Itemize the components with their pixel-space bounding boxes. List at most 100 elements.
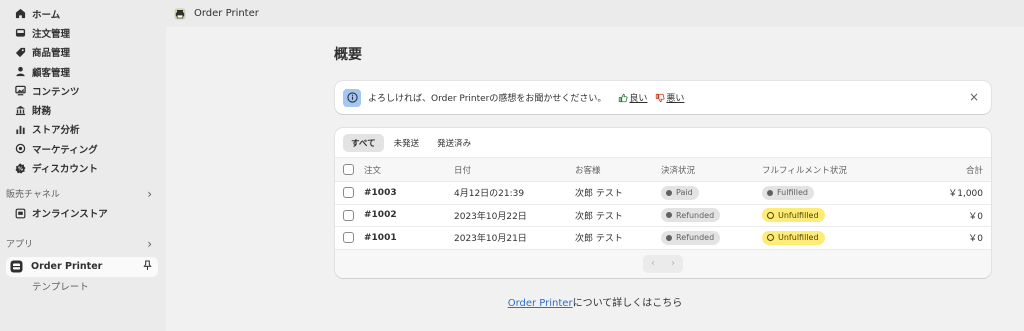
sidebar-item-analytics[interactable]: ストア分析 [0, 120, 166, 139]
previous-page-button[interactable]: ‹ [643, 255, 663, 273]
order-number[interactable]: #1001 [364, 233, 397, 243]
chevron-right-icon: › [147, 186, 152, 201]
payment-status-badge: Paid [661, 185, 699, 200]
pin-icon[interactable] [143, 260, 152, 274]
sidebar-item-marketing[interactable]: マーケティング [0, 139, 166, 158]
fulfillment-status-cell: Unfulfilled [762, 230, 825, 245]
sidebar-item-order-printer[interactable]: Order Printer [6, 256, 158, 277]
sidebar: ホーム 注文管理 商品管理 顧客管理 コンテンツ 財務 ストア分析 マーケティン… [0, 0, 166, 331]
target-icon [14, 143, 26, 155]
feedback-bad-button[interactable]: 悪い [655, 91, 684, 104]
image-icon [14, 85, 26, 97]
header-fulfillment[interactable]: フルフィルメント状況 [762, 164, 847, 176]
sidebar-item-orders[interactable]: 注文管理 [0, 23, 166, 42]
app-title: Order Printer [194, 8, 259, 19]
bar-chart-icon [14, 123, 26, 135]
header-payment[interactable]: 決済状況 [661, 164, 695, 176]
fulfillment-status-cell: Fulfilled [762, 185, 814, 200]
payment-status-cell: Paid [661, 185, 699, 200]
sidebar-item-online-store[interactable]: オンラインストア [0, 204, 166, 223]
header-customer[interactable]: お客様 [575, 164, 601, 176]
tag-icon [14, 46, 26, 58]
sales-channels-header[interactable]: 販売チャネル › [0, 184, 166, 204]
payment-status-label: Paid [676, 188, 693, 198]
table-row[interactable]: #1002 2023年10月22日 次郎 テスト Refunded Unfulf… [335, 205, 991, 227]
app-title-bar: Order Printer [166, 0, 1024, 27]
info-icon [343, 88, 361, 107]
learn-more-link[interactable]: Order Printer [508, 298, 573, 309]
header-total[interactable]: 合計 [966, 164, 983, 176]
printer-app-icon [10, 260, 23, 273]
feedback-banner: よろしければ、Order Printerの感想をお聞かせください。 良い 悪い … [335, 81, 991, 114]
table-row[interactable]: #1003 4月12日の21:39 次郎 テスト Paid Fulfilled … [335, 182, 991, 205]
order-customer: 次郎 テスト [575, 189, 623, 200]
header-date[interactable]: 日付 [454, 164, 471, 176]
sidebar-subitem-templates[interactable]: テンプレート [0, 277, 166, 295]
next-page-button[interactable]: › [663, 255, 683, 273]
header-order[interactable]: 注文 [364, 164, 381, 176]
order-date: 2023年10月21日 [454, 234, 527, 245]
learn-more: Order Printerについて詳しくはこちら [0, 294, 1024, 309]
pagination-group: ‹ › [643, 254, 683, 273]
home-icon [14, 8, 26, 20]
sidebar-item-label: テンプレート [32, 281, 89, 293]
sidebar-item-home[interactable]: ホーム [0, 4, 166, 23]
order-total: ￥0 [968, 211, 983, 222]
printer-icon [174, 8, 186, 20]
fulfillment-status-cell: Unfulfilled [762, 208, 825, 223]
page-title: 概要 [334, 47, 362, 63]
person-icon [14, 66, 26, 78]
status-dot-icon [767, 189, 773, 196]
feedback-message: よろしければ、Order Printerの感想をお聞かせください。 [368, 94, 607, 104]
discount-icon: % [14, 162, 26, 174]
table-header: 注文 日付 お客様 決済状況 フルフィルメント状況 合計 [335, 157, 991, 182]
payment-status-label: Refunded [676, 233, 715, 243]
tab-fulfilled[interactable]: 発送済み [429, 134, 479, 152]
section-label: 販売チャネル [6, 190, 60, 201]
order-number[interactable]: #1003 [364, 188, 397, 198]
sidebar-item-finance[interactable]: 財務 [0, 100, 166, 119]
thumbs-up-icon [619, 93, 628, 102]
feedback-good-label: 良い [629, 94, 648, 104]
tab-unfulfilled[interactable]: 未発送 [386, 134, 428, 152]
sidebar-item-label: 顧客管理 [32, 67, 71, 79]
sidebar-item-label: 財務 [32, 106, 52, 118]
sidebar-item-label: ディスカウント [32, 164, 98, 176]
payment-status-label: Refunded [676, 210, 715, 220]
fulfillment-status-badge: Unfulfilled [762, 208, 825, 223]
close-icon[interactable]: × [969, 90, 979, 104]
fulfillment-status-badge: Unfulfilled [762, 230, 825, 245]
filter-tabs: すべて 未発送 発送済み [335, 128, 991, 157]
table-row[interactable]: #1001 2023年10月21日 次郎 テスト Refunded Unfulf… [335, 227, 991, 250]
fulfillment-status-label: Fulfilled [777, 188, 808, 198]
svg-text:%: % [17, 166, 22, 172]
inbox-icon [14, 27, 26, 39]
payment-status-cell: Refunded [661, 230, 721, 245]
fulfillment-status-label: Unfulfilled [778, 233, 819, 243]
feedback-good-button[interactable]: 良い [618, 91, 647, 104]
order-customer: 次郎 テスト [575, 211, 623, 222]
sidebar-item-customers[interactable]: 顧客管理 [0, 62, 166, 81]
order-date: 4月12日の21:39 [454, 189, 525, 200]
chevron-right-icon: › [147, 236, 152, 251]
sidebar-item-products[interactable]: 商品管理 [0, 43, 166, 62]
tab-all[interactable]: すべて [343, 133, 384, 152]
order-total: ￥1,000 [948, 189, 983, 200]
row-checkbox[interactable] [343, 187, 354, 199]
row-checkbox[interactable] [343, 232, 354, 244]
section-label: アプリ [6, 240, 34, 251]
order-number[interactable]: #1002 [364, 210, 397, 220]
orders-card: すべて 未発送 発送済み 注文 日付 お客様 決済状況 フルフィルメント状況 合… [335, 128, 991, 278]
apps-header[interactable]: アプリ › [0, 234, 166, 254]
sidebar-item-label: コンテンツ [32, 86, 80, 98]
payment-status-badge: Refunded [661, 208, 721, 223]
sidebar-item-discounts[interactable]: % ディスカウント [0, 158, 166, 177]
order-customer: 次郎 テスト [575, 234, 623, 245]
row-checkbox[interactable] [343, 209, 354, 221]
status-dot-icon [666, 212, 672, 219]
sidebar-item-label: マーケティング [32, 144, 98, 156]
store-icon [14, 207, 26, 219]
order-date: 2023年10月22日 [454, 211, 527, 222]
sidebar-item-content[interactable]: コンテンツ [0, 81, 166, 100]
select-all-checkbox[interactable] [343, 164, 354, 175]
